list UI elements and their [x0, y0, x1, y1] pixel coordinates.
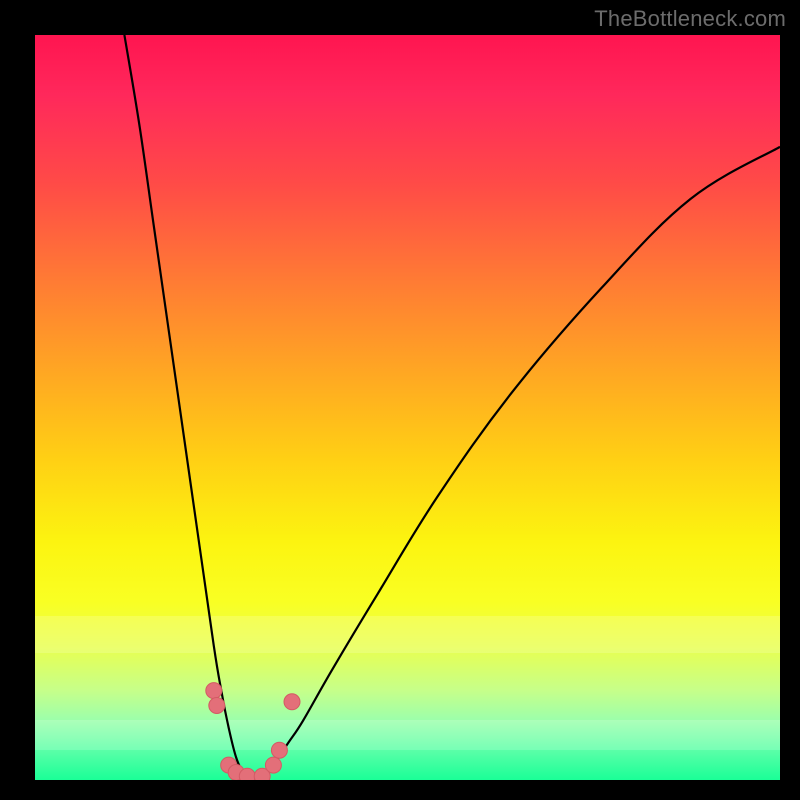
curves-svg [35, 35, 780, 780]
curve-marker [209, 698, 225, 714]
plot-area [35, 35, 780, 780]
curve-marker [271, 742, 287, 758]
curve-marker [239, 768, 255, 780]
curve-marker [206, 683, 222, 699]
curve-marker [284, 694, 300, 710]
watermark-text: TheBottleneck.com [594, 6, 786, 32]
chart-frame: TheBottleneck.com [0, 0, 800, 800]
marker-group [206, 683, 300, 780]
right-curve [259, 147, 781, 780]
curve-marker [265, 757, 281, 773]
left-curve [124, 35, 251, 780]
